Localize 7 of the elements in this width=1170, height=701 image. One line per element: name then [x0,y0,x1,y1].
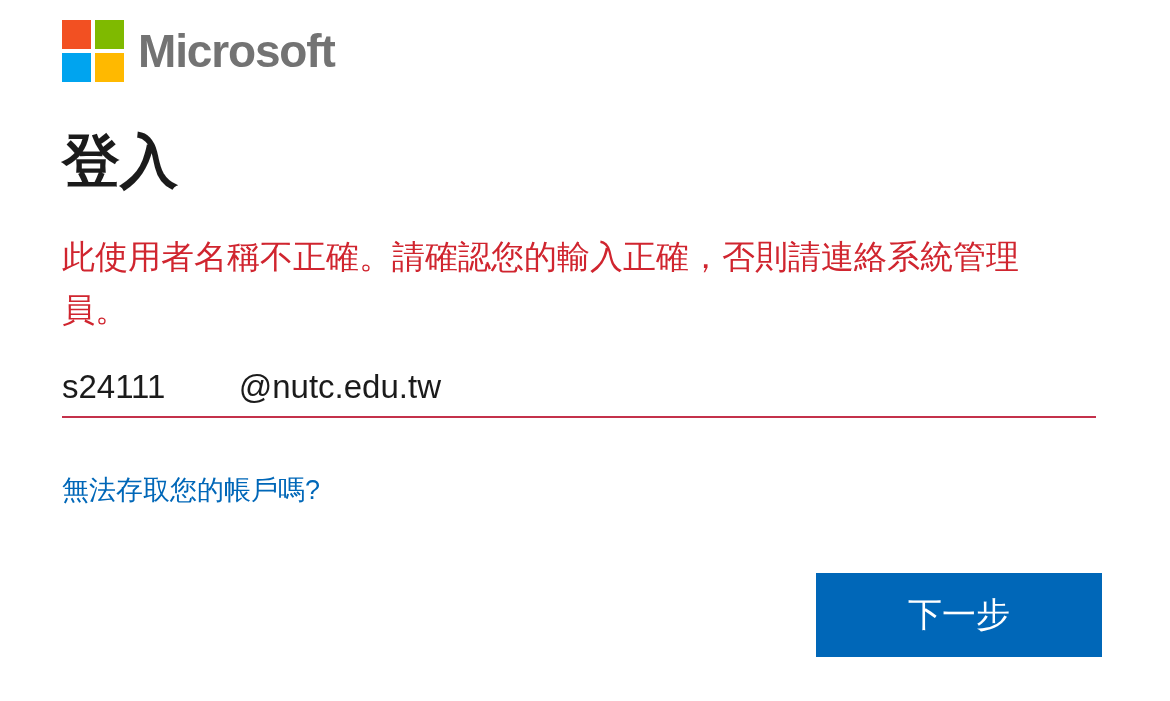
heading: 登入 [62,132,179,190]
username-field[interactable]: s24111 @nutc.edu.tw [62,358,1096,418]
error-message: 此使用者名稱不正確。請確認您的輸入正確，否則請連絡系統管理員。 [62,237,1020,330]
logo-icon [62,20,124,82]
cant-access-account-link[interactable]: 無法存取您的帳戶嗎? [62,470,321,511]
logo-text: Microsoft [138,28,335,74]
next-button[interactable]: 下一步 [816,572,1102,657]
